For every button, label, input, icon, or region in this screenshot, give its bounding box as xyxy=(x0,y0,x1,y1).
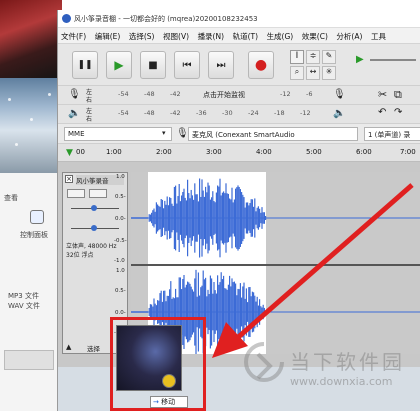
audio-file-icon xyxy=(162,374,176,388)
watermark-text: 当下软件园 xyxy=(290,350,405,374)
arrow-head xyxy=(212,322,248,358)
watermark-logo-icon xyxy=(244,342,284,382)
drag-move-tooltip: → 移动 xyxy=(150,396,188,408)
move-arrow-icon: → xyxy=(153,398,159,406)
watermark-url: www.downxia.com xyxy=(290,375,393,388)
move-tooltip-label: 移动 xyxy=(161,398,176,406)
arrow-shaft xyxy=(233,183,414,342)
dragged-file-thumbnail[interactable] xyxy=(116,325,182,391)
